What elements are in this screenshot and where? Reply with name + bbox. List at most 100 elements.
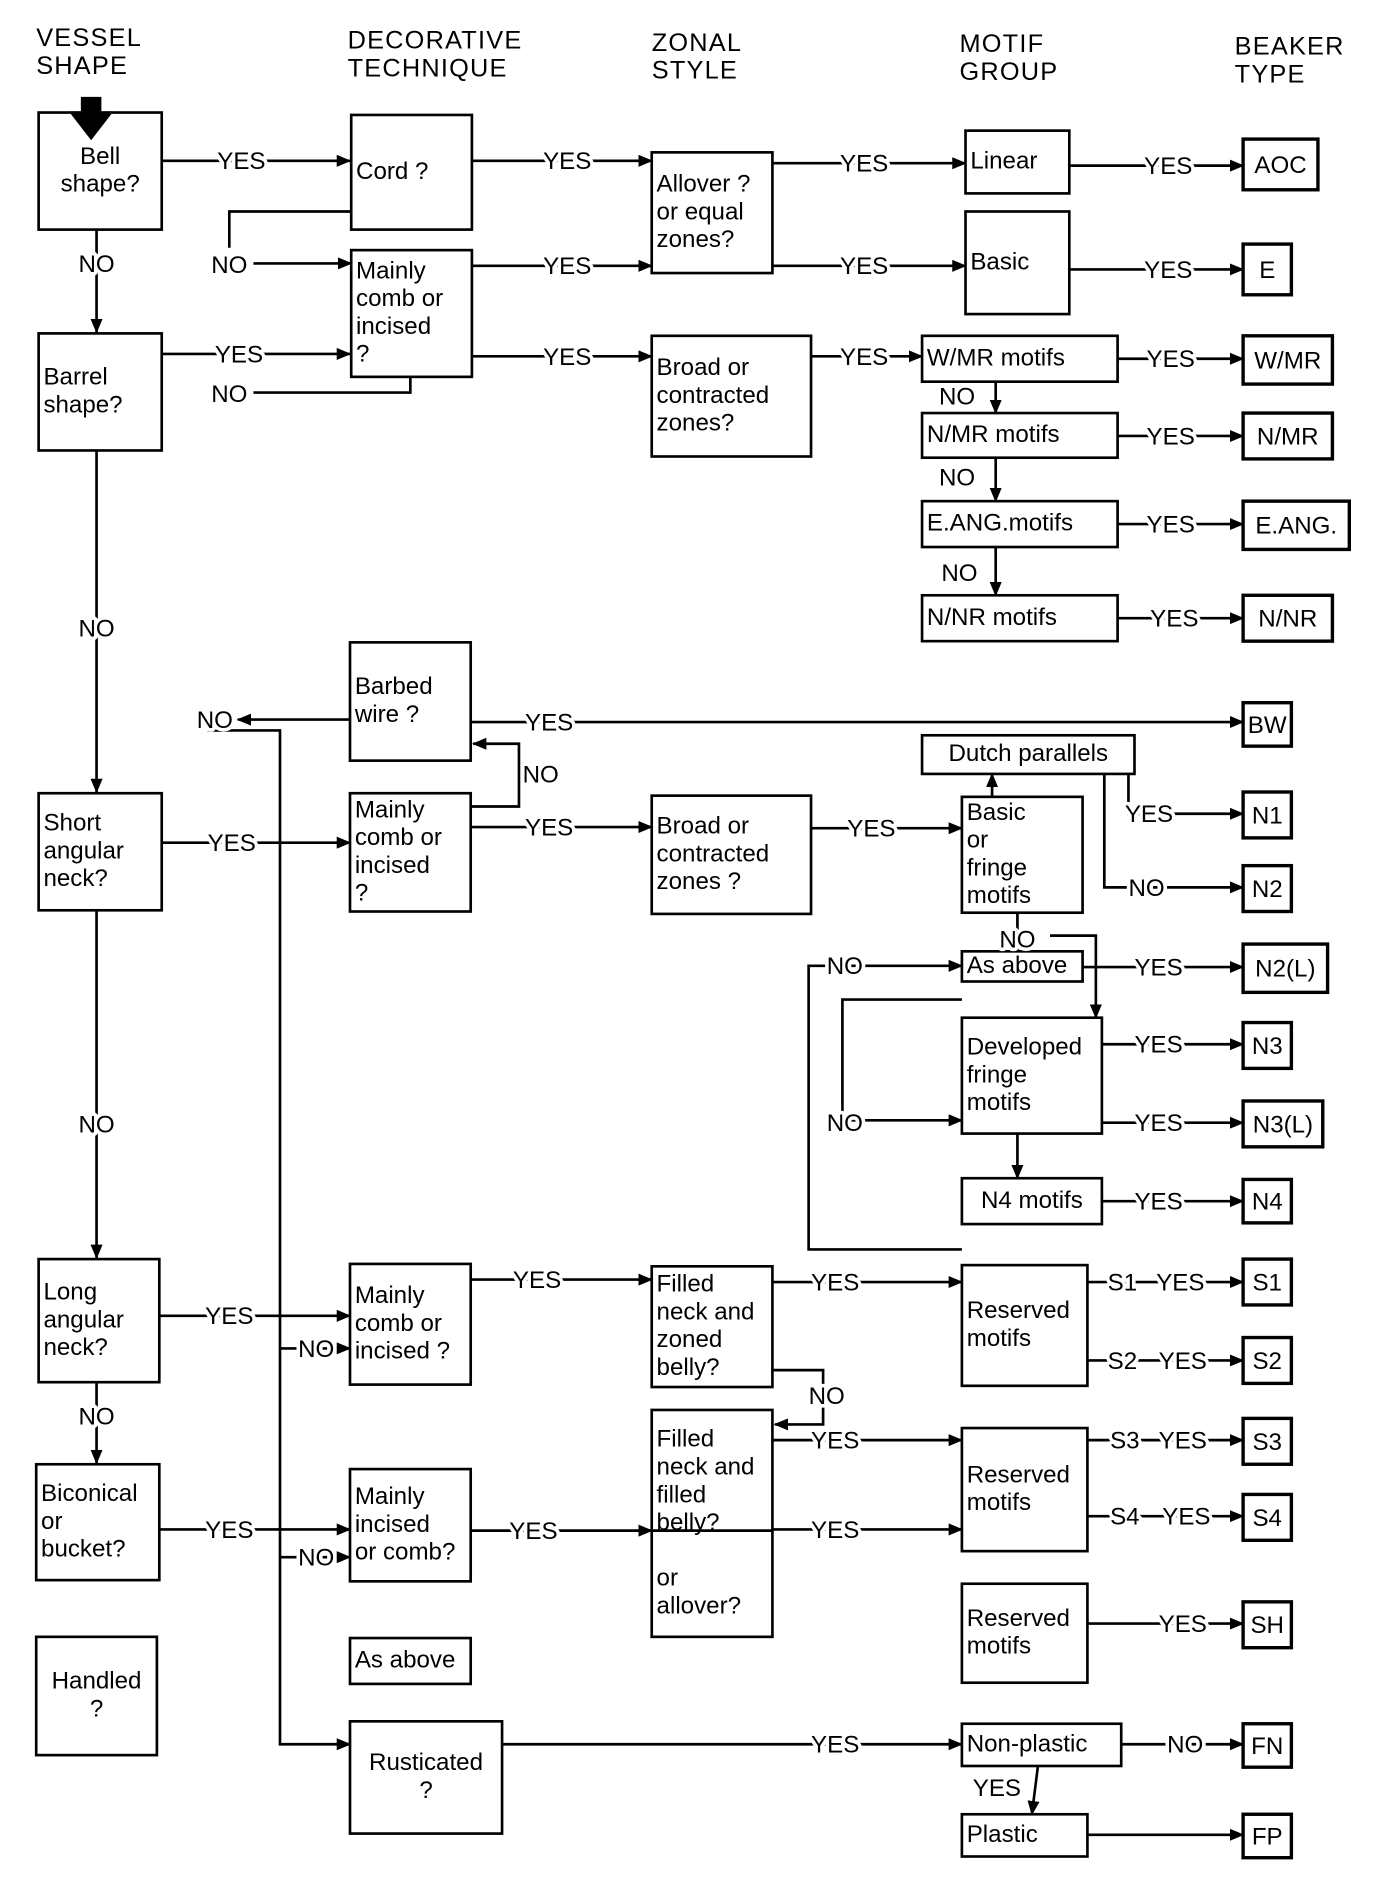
box-text: Rusticated xyxy=(369,1749,483,1776)
box-text: ? xyxy=(356,341,369,368)
box-text: As above xyxy=(355,1647,456,1674)
box-text: or xyxy=(657,1565,678,1592)
connector-label: NO xyxy=(809,1383,845,1410)
beaker-type-label: N2 xyxy=(1252,876,1283,903)
connector-label: NO xyxy=(211,381,247,408)
box-text: Filled xyxy=(657,1426,715,1453)
box-text: Mainly xyxy=(355,1282,426,1309)
beaker-type-box: S3 xyxy=(1241,1416,1294,1466)
box-text: N/NR motifs xyxy=(927,604,1057,631)
connector-label: YES xyxy=(217,148,265,175)
flow-connector xyxy=(1102,773,1245,894)
connector-label: NO xyxy=(941,560,977,587)
connector-label: YES xyxy=(509,1518,557,1545)
decision-box: Dutch parallels xyxy=(920,733,1136,776)
column-header: DECORATIVE xyxy=(348,27,523,55)
decision-box: Reservedmotifs xyxy=(960,1263,1089,1388)
beaker-type-box: BW xyxy=(1241,701,1294,748)
flow-connector xyxy=(470,737,521,808)
box-text: fringe xyxy=(967,1061,1027,1088)
box-text: neck and xyxy=(657,1298,755,1325)
box-text: or comb? xyxy=(355,1539,456,1566)
beaker-type-box: FP xyxy=(1241,1812,1294,1860)
connector-label: NO xyxy=(827,1110,863,1137)
box-text: bucket? xyxy=(41,1536,126,1563)
beaker-type-label: E xyxy=(1259,257,1275,284)
box-text: contracted xyxy=(657,840,770,867)
connector-label: YES xyxy=(1162,1504,1210,1531)
box-text: ? xyxy=(355,880,368,907)
decision-box: Longangularneck? xyxy=(37,1257,161,1384)
decision-box: Reservedmotifs xyxy=(960,1582,1089,1685)
decision-box: Basicorfringemotifs xyxy=(960,795,1084,915)
column-header: GROUP xyxy=(959,58,1058,86)
box-text: Short xyxy=(43,810,101,837)
beaker-type-box: N3 xyxy=(1241,1020,1294,1071)
connector-label: YES xyxy=(208,830,256,857)
beaker-type-box: N3(L) xyxy=(1241,1099,1325,1149)
box-text: Long xyxy=(43,1279,97,1306)
connector-label: YES xyxy=(1159,1428,1207,1455)
decision-box: Broad orcontractedzones ? xyxy=(650,794,813,916)
box-text: shape? xyxy=(61,171,140,198)
decision-box: Basic xyxy=(964,210,1071,316)
column-header: STYLE xyxy=(652,57,738,85)
connector-label: YES xyxy=(525,709,573,736)
box-text: Mainly xyxy=(356,257,427,284)
connector-label: YES xyxy=(1134,1032,1182,1059)
beaker-type-box: SH xyxy=(1241,1600,1294,1650)
box-text: Reserved xyxy=(967,1297,1070,1324)
decision-box: N/NR motifs xyxy=(920,593,1119,643)
box-text: incised xyxy=(356,313,431,340)
beaker-type-label: N/NR xyxy=(1258,606,1317,633)
box-text: Non-plastic xyxy=(967,1731,1088,1758)
beaker-type-label: BW xyxy=(1248,712,1287,739)
box-text: shape? xyxy=(43,391,122,418)
connector-label: NO xyxy=(827,953,863,980)
connector-label: YES xyxy=(525,814,573,841)
connector-label: NO xyxy=(78,1403,114,1430)
beaker-classification-flowchart: Bellshape?Barrelshape?Shortangularneck?L… xyxy=(34,24,1351,1860)
box-text: neck and xyxy=(657,1454,755,1481)
beaker-type-label: S3 xyxy=(1252,1429,1282,1456)
route-label: S4 xyxy=(1110,1504,1140,1531)
box-text: comb or xyxy=(355,824,442,851)
connector-label: YES xyxy=(1125,801,1173,828)
beaker-type-box: S4 xyxy=(1241,1492,1294,1542)
box-text: neck? xyxy=(43,865,107,892)
box-text: incised xyxy=(355,852,430,879)
box-text: zones? xyxy=(657,226,735,253)
beaker-type-label: W/MR xyxy=(1254,347,1321,374)
connector-label: NO xyxy=(1128,875,1164,902)
decision-box: Filledneck andzonedbelly? xyxy=(650,1264,774,1389)
beaker-type-box: FN xyxy=(1241,1722,1294,1769)
column-header: SHAPE xyxy=(36,52,128,80)
connector-label: YES xyxy=(1144,153,1192,180)
connector-label: NO xyxy=(78,615,114,642)
decision-box: Non-plastic xyxy=(960,1722,1123,1768)
connector-label: YES xyxy=(811,1517,859,1544)
connector-label: NO xyxy=(298,1336,334,1363)
connector-label: YES xyxy=(1156,1269,1204,1296)
beaker-type-box: S1 xyxy=(1241,1257,1294,1307)
connector-label: YES xyxy=(1134,1189,1182,1216)
connector-label: YES xyxy=(811,1732,859,1759)
beaker-type-label: N2(L) xyxy=(1255,956,1315,983)
box-text: motifs xyxy=(967,1633,1031,1660)
box-text: or xyxy=(41,1508,62,1535)
box-text: Bell xyxy=(80,143,120,170)
route-label: S1 xyxy=(1108,1269,1138,1296)
connector-label: YES xyxy=(205,1303,253,1330)
decision-box: Shortangularneck? xyxy=(37,791,164,912)
connector-label: NO xyxy=(999,927,1035,954)
box-text: W/MR motifs xyxy=(927,344,1065,371)
beaker-type-box: N/NR xyxy=(1241,593,1335,643)
box-text: contracted xyxy=(657,382,770,409)
beaker-type-label: N3(L) xyxy=(1253,1111,1313,1138)
box-text: incised xyxy=(355,1511,430,1538)
connector-label: YES xyxy=(1159,1348,1207,1375)
box-text: ? xyxy=(419,1777,432,1804)
decision-box: Barbedwire ? xyxy=(348,641,473,762)
decision-box: Mainlycomb orincised ? xyxy=(348,1262,473,1386)
connector-label: NO xyxy=(523,761,559,788)
